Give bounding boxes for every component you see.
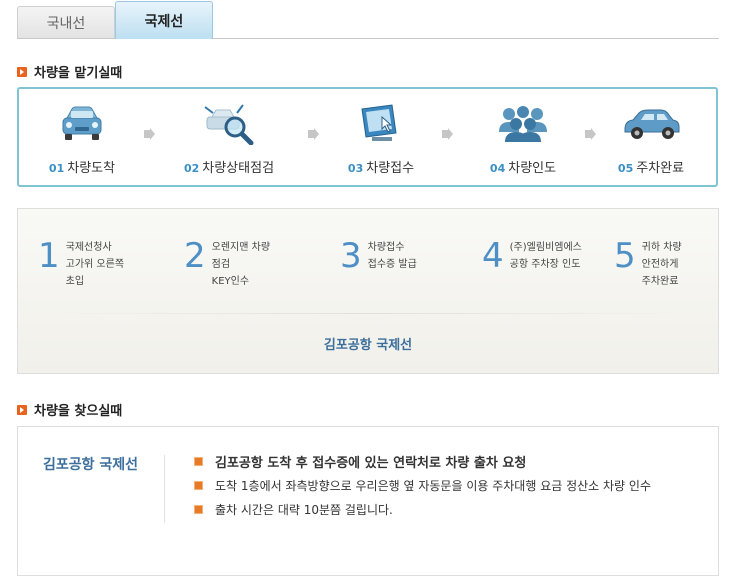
pickup-info: 김포공항 국제선 김포공항 도착 후 접수증에 있는 연락처로 차량 출차 요청… [17, 426, 719, 576]
list-item: 출차 시간은 대략 10분쯤 걸립니다. [194, 497, 651, 521]
square-bullet-icon [194, 480, 203, 490]
arrow-right-icon [308, 128, 319, 140]
divider [164, 455, 165, 523]
process-line: 차량접수 [367, 242, 405, 253]
step-text: 주차완료 [636, 161, 685, 176]
instruction-text: 도착 1층에서 좌측방향으로 우리은행 옆 자동문을 이용 주차대행 요금 정산… [215, 478, 651, 493]
process-number: 3 [340, 236, 362, 276]
orange-bullet-icon [17, 66, 27, 77]
arrow-right-icon [442, 128, 453, 140]
dropoff-steps: 01 차량도착 02 차량상태점검 03 차량접수 04 차량인도 05 주차완… [17, 87, 718, 187]
process-line: 공항 주차장 인도 [509, 259, 581, 270]
step-label: 05 주차완료 [591, 157, 711, 176]
orange-bullet-icon [17, 404, 27, 415]
process-line: 국제선청사 [65, 242, 112, 253]
process-line: 고가위 오른쪽 [65, 259, 125, 270]
step-label: 04 차량인도 [463, 157, 583, 176]
list-item: 도착 1층에서 좌측방향으로 우리은행 옆 자동문을 이용 주차대행 요금 정산… [194, 473, 651, 497]
process-number: 1 [38, 236, 60, 276]
divider [38, 313, 698, 314]
car-side-icon [591, 103, 711, 145]
process-line: 오렌지맨 차량 [211, 242, 271, 253]
pickup-instructions: 김포공항 도착 후 접수증에 있는 연락처로 차량 출차 요청 도착 1층에서 … [194, 449, 651, 521]
process-line: 주차완료 [641, 276, 679, 287]
step-label: 02 차량상태점검 [169, 157, 289, 176]
section-title-dropoff: 차량을 맡기실때 [17, 62, 122, 81]
step-reception: 03 차량접수 [321, 103, 441, 176]
section-title-text: 차량을 찾으실때 [34, 404, 123, 419]
step-number: 01 [48, 162, 65, 175]
process-number: 5 [614, 236, 636, 276]
step-inspection: 02 차량상태점검 [169, 103, 289, 176]
step-number: 02 [183, 162, 200, 175]
process-step: 2 오렌지맨 차량 점검 KEY인수 [184, 239, 270, 290]
square-bullet-icon [194, 504, 203, 514]
monitor-touch-icon [321, 103, 441, 145]
process-line: 안전하게 [641, 259, 679, 270]
people-group-icon [463, 103, 583, 145]
step-car-arrival: 01 차량도착 [22, 103, 142, 176]
step-label: 03 차량접수 [321, 157, 441, 176]
step-text: 차량도착 [67, 161, 116, 176]
process-text: 귀하 차량 안전하게 주차완료 [642, 239, 682, 290]
step-number: 05 [617, 162, 634, 175]
step-delivery: 04 차량인도 [463, 103, 583, 176]
car-front-icon [22, 103, 142, 145]
step-text: 차량접수 [366, 161, 415, 176]
process-step: 3 차량접수 접수증 발급 [340, 239, 417, 273]
process-line: 초입 [65, 276, 85, 287]
process-step: 5 귀하 차량 안전하게 주차완료 [614, 239, 682, 290]
process-line: (주)엘림비엠에스 [509, 242, 582, 253]
process-line: KEY인수 [211, 276, 250, 287]
dropoff-process: 1 국제선청사 고가위 오른쪽 초입 2 오렌지맨 차량 점검 KEY인수 3 … [17, 208, 719, 374]
process-line: 점검 [211, 259, 231, 270]
instruction-text: 김포공항 도착 후 접수증에 있는 연락처로 차량 출차 요청 [215, 455, 527, 471]
process-text: (주)엘림비엠에스 공항 주차장 인도 [510, 239, 582, 273]
section-title-pickup: 차량을 찾으실때 [17, 400, 122, 419]
process-line: 접수증 발급 [367, 259, 417, 270]
step-label: 01 차량도착 [22, 157, 142, 176]
process-step: 4 (주)엘림비엠에스 공항 주차장 인도 [482, 239, 582, 273]
step-parking-complete: 05 주차완료 [591, 103, 711, 176]
process-number: 2 [184, 236, 206, 276]
tab-bar: 국내선 국제선 [17, 0, 719, 39]
step-text: 차량상태점검 [202, 161, 275, 176]
square-bullet-icon [194, 456, 203, 466]
process-caption: 김포공항 국제선 [323, 338, 413, 353]
process-step: 1 국제선청사 고가위 오른쪽 초입 [38, 239, 124, 290]
step-text: 차량인도 [508, 161, 557, 176]
instruction-text: 출차 시간은 대략 10분쯤 걸립니다. [215, 502, 393, 517]
process-text: 오렌지맨 차량 점검 KEY인수 [212, 239, 270, 290]
process-text: 차량접수 접수증 발급 [368, 239, 417, 273]
tab-international[interactable]: 국제선 [115, 1, 213, 39]
pickup-location-title: 김포공항 국제선 [43, 457, 139, 473]
step-number: 03 [347, 162, 364, 175]
arrow-right-icon [144, 128, 155, 140]
list-item: 김포공항 도착 후 접수증에 있는 연락처로 차량 출차 요청 [194, 449, 651, 473]
tab-domestic[interactable]: 국내선 [17, 6, 115, 38]
process-line: 귀하 차량 [641, 242, 682, 253]
process-number: 4 [482, 236, 504, 276]
process-text: 국제선청사 고가위 오른쪽 초입 [66, 239, 124, 290]
section-title-text: 차량을 맡기실때 [34, 66, 123, 81]
magnifier-inspection-icon [169, 103, 289, 145]
step-number: 04 [489, 162, 506, 175]
